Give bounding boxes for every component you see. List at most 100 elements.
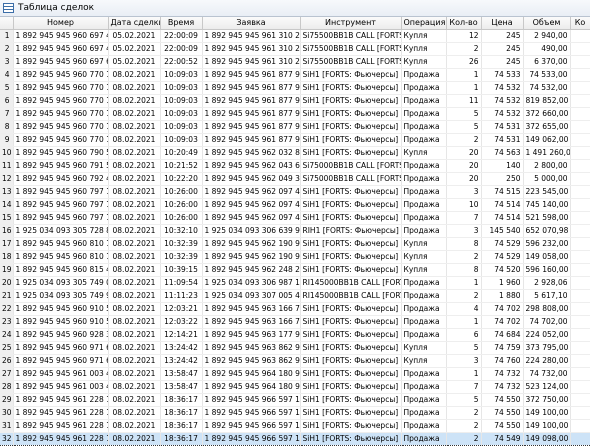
table-row[interactable]: 271 892 945 945 961 003 44108.02.202113:… bbox=[0, 367, 590, 381]
table-row[interactable]: 221 892 945 945 960 910 58608.02.202112:… bbox=[0, 302, 590, 316]
col-header-price[interactable]: Цена bbox=[481, 17, 524, 30]
cell-index: 31 bbox=[0, 419, 14, 433]
cell-extra bbox=[570, 367, 590, 381]
cell-quantity: 1 bbox=[446, 367, 482, 381]
cell-index: 7 bbox=[0, 107, 14, 121]
table-row[interactable]: 61 892 945 945 960 770 19308.02.202110:0… bbox=[0, 94, 590, 108]
cell-operation: Продажа bbox=[401, 94, 447, 108]
cell-index: 4 bbox=[0, 68, 14, 82]
cell-instrument: SiH1 [FORTS: Фьючерсы] bbox=[300, 211, 402, 225]
cell-operation: Продажа bbox=[401, 289, 447, 303]
cell-price: 74 760 bbox=[481, 354, 524, 368]
cell-time: 13:58:47 bbox=[160, 380, 203, 394]
cell-quantity: 2 bbox=[446, 42, 482, 56]
table-row[interactable]: 81 892 945 945 960 770 19508.02.202110:0… bbox=[0, 120, 590, 134]
cell-price: 245 bbox=[481, 42, 524, 56]
cell-date: 08.02.2021 bbox=[108, 159, 161, 173]
cell-operation: Продажа bbox=[401, 315, 447, 329]
cell-order: 1 892 945 945 962 043 628 bbox=[202, 159, 301, 173]
cell-instrument: SiH1 [FORTS: Фьючерсы] bbox=[300, 146, 402, 160]
cell-date: 08.02.2021 bbox=[108, 237, 161, 251]
cell-volume: 2 928,06 bbox=[523, 276, 571, 290]
cell-price: 245 bbox=[481, 55, 524, 69]
table-row[interactable]: 211 925 034 093 305 749 92508.02.202111:… bbox=[0, 289, 590, 303]
cell-quantity: 8 bbox=[446, 237, 482, 251]
table-row[interactable]: 201 925 034 093 305 749 00408.02.202111:… bbox=[0, 276, 590, 290]
col-header-extra[interactable]: Ко bbox=[570, 17, 590, 30]
col-header-date[interactable]: Дата сделки bbox=[108, 17, 161, 30]
cell-order: 1 892 945 945 962 190 995 bbox=[202, 250, 301, 264]
cell-order: 1 892 945 945 961 310 266 bbox=[202, 55, 301, 69]
cell-instrument: SiH1 [FORTS: Фьючерсы] bbox=[300, 302, 402, 316]
cell-order: 1 892 945 945 961 310 266 bbox=[202, 42, 301, 56]
col-header-index[interactable] bbox=[0, 17, 14, 30]
table-row[interactable]: 21 892 945 945 960 697 49905.02.202122:0… bbox=[0, 42, 590, 56]
cell-extra bbox=[570, 431, 590, 446]
cell-date: 08.02.2021 bbox=[108, 341, 161, 355]
trades-table: Номер Дата сделки Время Заявка Инструмен… bbox=[0, 17, 590, 446]
col-header-operation[interactable]: Операция bbox=[401, 17, 447, 30]
table-row[interactable]: 171 892 945 945 960 810 17908.02.202110:… bbox=[0, 237, 590, 251]
table-row[interactable]: 231 892 945 945 960 910 58708.02.202112:… bbox=[0, 315, 590, 329]
table-row[interactable]: 11 892 945 945 960 697 49805.02.202122:0… bbox=[0, 29, 590, 43]
col-header-time[interactable]: Время bbox=[160, 17, 203, 30]
cell-date: 08.02.2021 bbox=[108, 94, 161, 108]
cell-price: 74 550 bbox=[481, 406, 524, 420]
header-row: Номер Дата сделки Время Заявка Инструмен… bbox=[0, 17, 590, 30]
table-row[interactable]: 251 892 945 945 960 971 65308.02.202113:… bbox=[0, 341, 590, 355]
col-header-quantity[interactable]: Кол-во bbox=[446, 17, 482, 30]
cell-time: 10:09:03 bbox=[160, 81, 203, 95]
cell-date: 08.02.2021 bbox=[108, 224, 161, 238]
table-row[interactable]: 301 892 945 945 961 228 11908.02.202118:… bbox=[0, 406, 590, 420]
cell-quantity: 26 bbox=[446, 55, 482, 69]
table-row[interactable]: 131 892 945 945 960 797 11708.02.202110:… bbox=[0, 185, 590, 199]
cell-time: 12:03:22 bbox=[160, 315, 203, 329]
table-row[interactable]: 321 892 945 945 961 228 12108.02.202118:… bbox=[0, 431, 590, 446]
table-row[interactable]: 261 892 945 945 960 971 65408.02.202113:… bbox=[0, 354, 590, 368]
col-header-order[interactable]: Заявка bbox=[202, 17, 301, 30]
col-header-number[interactable]: Номер bbox=[13, 17, 109, 30]
table-row[interactable]: 311 892 945 945 961 228 12008.02.202118:… bbox=[0, 419, 590, 433]
table-row[interactable]: 71 892 945 945 960 770 19408.02.202110:0… bbox=[0, 107, 590, 121]
table-row[interactable]: 291 892 945 945 961 228 11808.02.202118:… bbox=[0, 393, 590, 407]
cell-number: 1 892 945 945 960 770 193 bbox=[13, 94, 109, 108]
cell-time: 11:09:54 bbox=[160, 276, 203, 290]
cell-date: 08.02.2021 bbox=[108, 380, 161, 394]
table-row[interactable]: 141 892 945 945 960 797 11808.02.202110:… bbox=[0, 198, 590, 212]
table-row[interactable]: 101 892 945 945 960 790 52208.02.202110:… bbox=[0, 146, 590, 160]
cell-number: 1 892 945 945 961 228 121 bbox=[13, 431, 109, 446]
table-row[interactable]: 281 892 945 945 961 003 44208.02.202113:… bbox=[0, 380, 590, 394]
table-row[interactable]: 91 892 945 945 960 770 19608.02.202110:0… bbox=[0, 133, 590, 147]
table-row[interactable]: 31 892 945 945 960 697 62205.02.202122:0… bbox=[0, 55, 590, 69]
cell-index: 18 bbox=[0, 250, 14, 264]
cell-number: 1 892 945 945 960 791 552 bbox=[13, 159, 109, 173]
cell-number: 1 892 945 945 960 797 118 bbox=[13, 198, 109, 212]
cell-instrument: SiH1 [FORTS: Фьючерсы] bbox=[300, 367, 402, 381]
table-row[interactable]: 181 892 945 945 960 810 18008.02.202110:… bbox=[0, 250, 590, 264]
cell-extra bbox=[570, 380, 590, 394]
cell-instrument: RIH1 [FORTS: Фьючерсы] bbox=[300, 224, 402, 238]
cell-number: 1 892 945 945 960 770 192 bbox=[13, 81, 109, 95]
table-row[interactable]: 151 892 945 945 960 797 11908.02.202110:… bbox=[0, 211, 590, 225]
table-row[interactable]: 41 892 945 945 960 770 19108.02.202110:0… bbox=[0, 68, 590, 82]
table-row[interactable]: 191 892 945 945 960 815 40808.02.202110:… bbox=[0, 263, 590, 277]
table-icon bbox=[3, 3, 14, 13]
cell-instrument: SiH1 [FORTS: Фьючерсы] bbox=[300, 431, 402, 446]
cell-price: 74 531 bbox=[481, 133, 524, 147]
cell-order: 1 892 945 945 961 310 266 bbox=[202, 29, 301, 43]
cell-time: 18:36:17 bbox=[160, 406, 203, 420]
table-row[interactable]: 111 892 945 945 960 791 55208.02.202110:… bbox=[0, 159, 590, 173]
cell-date: 08.02.2021 bbox=[108, 302, 161, 316]
col-header-instrument[interactable]: Инструмент bbox=[300, 17, 402, 30]
col-header-volume[interactable]: Объем bbox=[523, 17, 571, 30]
cell-instrument: Si75500BB1B CALL [FORTS: Опци bbox=[300, 42, 402, 56]
table-row[interactable]: 51 892 945 945 960 770 19208.02.202110:0… bbox=[0, 81, 590, 95]
cell-extra bbox=[570, 302, 590, 316]
table-row[interactable]: 241 892 945 945 960 928 30608.02.202112:… bbox=[0, 328, 590, 342]
cell-number: 1 892 945 945 960 770 194 bbox=[13, 107, 109, 121]
table-row[interactable]: 161 925 034 093 305 728 85108.02.202110:… bbox=[0, 224, 590, 238]
cell-number: 1 892 945 945 960 770 191 bbox=[13, 68, 109, 82]
cell-instrument: SiH1 [FORTS: Фьючерсы] bbox=[300, 68, 402, 82]
cell-operation: Продажа bbox=[401, 211, 447, 225]
table-row[interactable]: 121 892 945 945 960 792 42608.02.202110:… bbox=[0, 172, 590, 186]
